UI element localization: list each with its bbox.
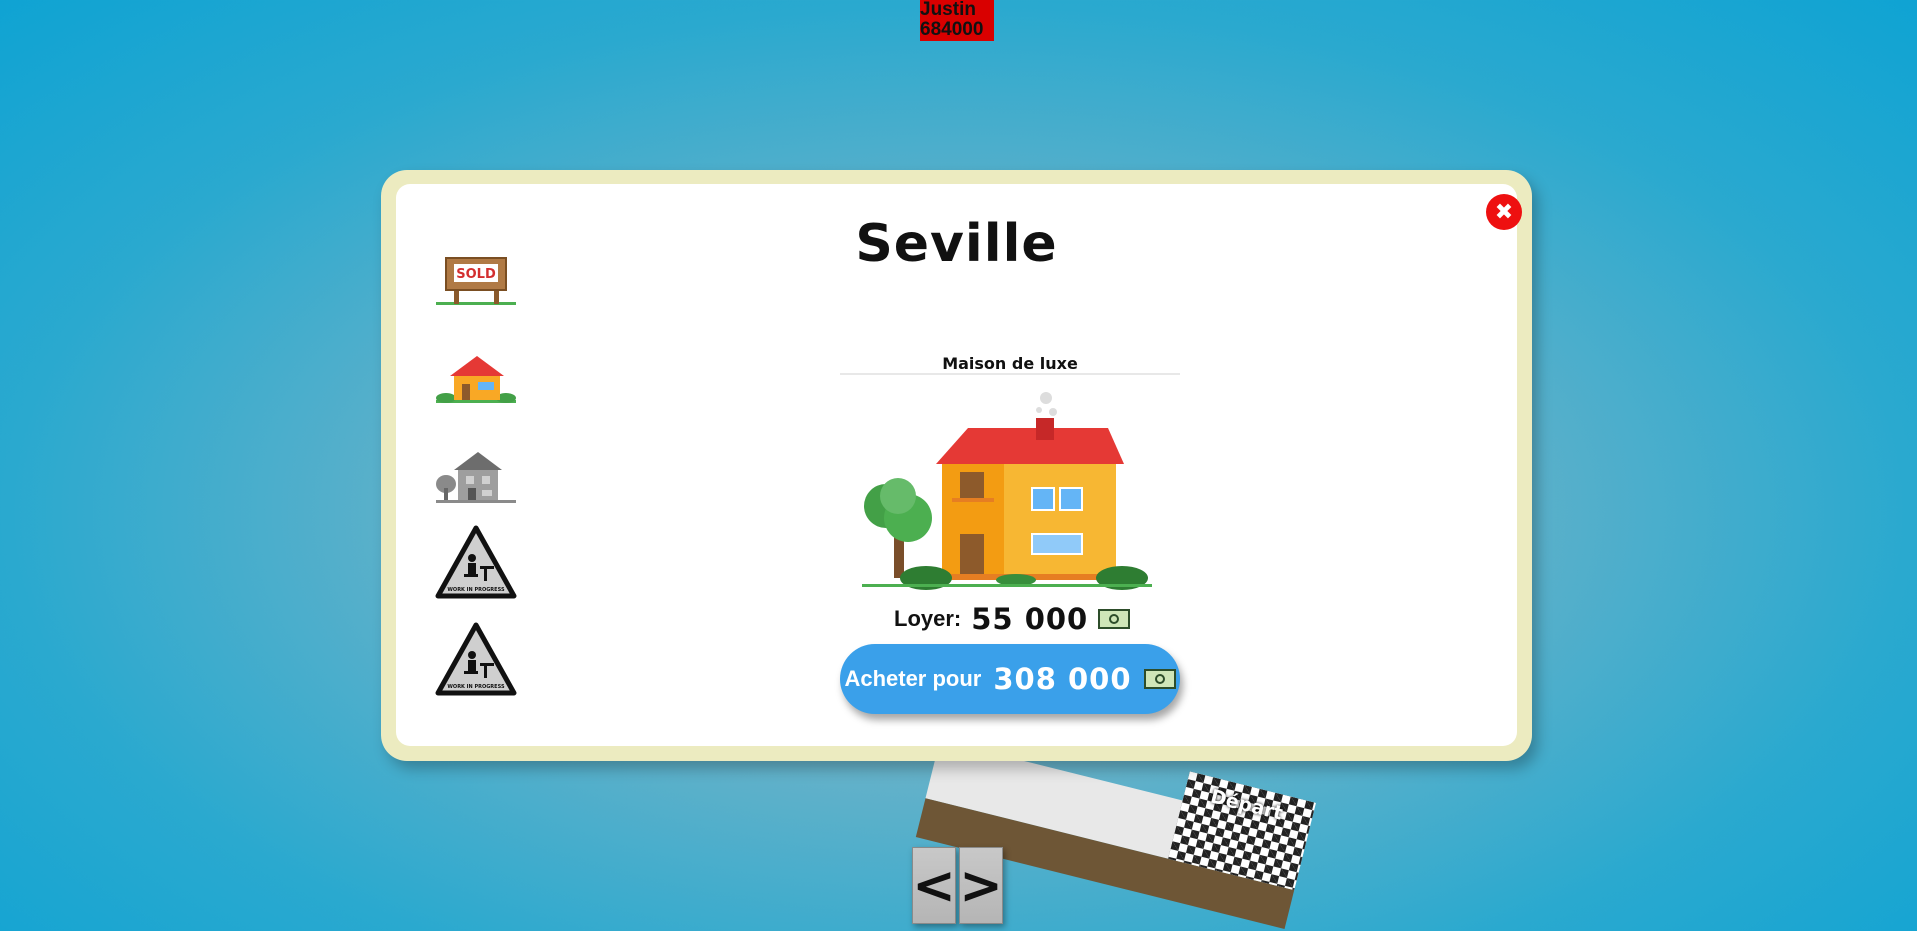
- luxury-house-image: [862, 392, 1152, 590]
- rent-value: 55 000: [971, 602, 1089, 636]
- buy-price: 308 000: [993, 662, 1132, 696]
- villa-grey-icon[interactable]: [434, 436, 518, 512]
- svg-text:WORK IN PROGRESS: WORK IN PROGRESS: [447, 587, 505, 593]
- player-money: 684000: [920, 19, 984, 40]
- player-badge: Justin 684000: [920, 0, 994, 41]
- level-name: Maison de luxe: [942, 354, 1078, 373]
- sold-sign-icon[interactable]: SOLD: [434, 240, 518, 316]
- buy-label: Acheter pour: [844, 666, 982, 691]
- next-button[interactable]: >: [959, 847, 1003, 924]
- rent-label: Loyer:: [894, 606, 962, 631]
- property-modal: ✖ Seville SOLD WORK IN PROGRESS WORK IN …: [381, 170, 1532, 761]
- player-name: Justin: [920, 0, 976, 20]
- level-divider: [840, 373, 1180, 375]
- small-house-icon[interactable]: [434, 338, 518, 414]
- previous-button[interactable]: <: [912, 847, 956, 924]
- svg-text:WORK IN PROGRESS: WORK IN PROGRESS: [447, 684, 505, 690]
- work-in-progress-icon[interactable]: WORK IN PROGRESS: [434, 524, 518, 600]
- banknote-icon: [1143, 669, 1176, 689]
- work-in-progress-icon[interactable]: WORK IN PROGRESS: [434, 621, 518, 697]
- buy-button[interactable]: Acheter pour 308 000: [840, 644, 1180, 714]
- banknote-icon: [1098, 609, 1131, 629]
- property-title: Seville: [855, 214, 1058, 274]
- rent-row: Loyer: 55 000: [894, 602, 1131, 636]
- svg-text:SOLD: SOLD: [456, 267, 496, 282]
- property-modal-content: ✖ Seville SOLD WORK IN PROGRESS WORK IN …: [396, 184, 1522, 746]
